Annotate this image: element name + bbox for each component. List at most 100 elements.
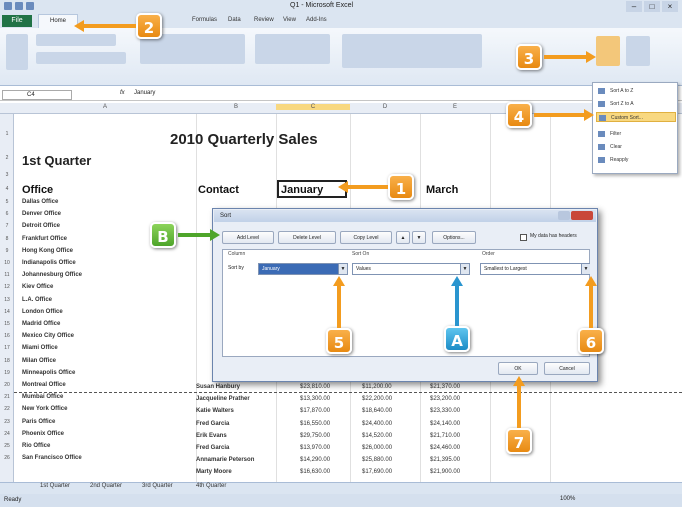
office-cell[interactable]: Indianapolis Office <box>22 260 76 266</box>
delete-level-button[interactable]: Delete Level <box>278 231 336 244</box>
close-icon[interactable]: × <box>662 1 678 12</box>
row-number[interactable]: 14 <box>0 309 14 315</box>
office-cell[interactable]: Kiev Office <box>22 284 53 290</box>
find-select-button[interactable] <box>626 36 650 66</box>
sheet-tab-4th-quarter[interactable]: 4th Quarter <box>196 483 226 489</box>
column-header-e[interactable]: E <box>420 104 490 110</box>
save-icon[interactable] <box>15 2 23 10</box>
sales-value-cell[interactable]: $26,000.00 <box>362 445 392 451</box>
tab-file[interactable]: File <box>2 15 32 27</box>
sort-column-select[interactable]: January <box>258 263 348 275</box>
sales-value-cell[interactable]: $13,970.00 <box>300 445 330 451</box>
sales-value-cell[interactable]: $21,370.00 <box>430 384 460 390</box>
sales-value-cell[interactable]: $25,880.00 <box>362 457 392 463</box>
sheet-tab-1st-quarter[interactable]: 1st Quarter <box>40 483 70 489</box>
row-number[interactable]: 18 <box>0 358 14 364</box>
sort-filter-button[interactable] <box>596 36 620 66</box>
office-cell[interactable]: San Francisco Office <box>22 455 82 461</box>
row-number[interactable]: 8 <box>0 236 14 242</box>
sales-value-cell[interactable]: $21,395.00 <box>430 457 460 463</box>
font-selector[interactable] <box>36 34 116 46</box>
row-number[interactable]: 13 <box>0 297 14 303</box>
menu-item-sort-a-to-z[interactable]: Sort A to Z <box>596 86 676 96</box>
minimize-icon[interactable]: – <box>626 1 642 12</box>
sales-value-cell[interactable]: $11,200.00 <box>362 384 392 390</box>
office-cell[interactable]: Milan Office <box>22 358 56 364</box>
formula-input[interactable]: January <box>134 90 155 96</box>
row-number[interactable]: 7 <box>0 223 14 229</box>
sales-value-cell[interactable]: $23,200.00 <box>430 396 460 402</box>
sheet-tab-3rd-quarter[interactable]: 3rd Quarter <box>142 483 173 489</box>
column-header-d[interactable]: D <box>350 104 420 110</box>
header-march[interactable]: March <box>426 184 458 196</box>
chevron-down-icon[interactable]: ▼ <box>460 264 469 274</box>
row-number[interactable]: 15 <box>0 321 14 327</box>
sales-value-cell[interactable]: $29,750.00 <box>300 433 330 439</box>
quick-access-toolbar[interactable] <box>4 2 34 10</box>
office-cell[interactable]: Montreal Office <box>22 382 66 388</box>
contact-cell[interactable]: Erik Evans <box>196 433 227 439</box>
number-group[interactable] <box>255 34 330 64</box>
cancel-button[interactable]: Cancel <box>544 362 590 375</box>
contact-cell[interactable]: Fred Garcia <box>196 421 229 427</box>
row-number[interactable]: 23 <box>0 419 14 425</box>
sales-value-cell[interactable]: $16,550.00 <box>300 421 330 427</box>
contact-cell[interactable]: Jacqueline Prather <box>196 396 250 402</box>
menu-item-reapply[interactable]: Reapply <box>596 155 676 165</box>
office-cell[interactable]: Frankfurt Office <box>22 236 67 242</box>
menu-item-sort-z-to-a[interactable]: Sort Z to A <box>596 99 676 109</box>
menu-item-filter[interactable]: Filter <box>596 129 676 139</box>
row-number[interactable]: 4 <box>0 186 14 192</box>
maximize-icon[interactable]: □ <box>644 1 660 12</box>
sales-value-cell[interactable]: $22,200.00 <box>362 396 392 402</box>
office-cell[interactable]: Mumbai Office <box>22 394 63 400</box>
contact-cell[interactable]: Fred Garcia <box>196 445 229 451</box>
row-number[interactable]: 16 <box>0 333 14 339</box>
header-january[interactable]: January <box>281 184 323 196</box>
undo-icon[interactable] <box>26 2 34 10</box>
column-header-b[interactable]: B <box>196 104 276 110</box>
sales-value-cell[interactable]: $21,710.00 <box>430 433 460 439</box>
row-number[interactable]: 22 <box>0 406 14 412</box>
row-number[interactable]: 6 <box>0 211 14 217</box>
contact-cell[interactable]: Susan Hanbury <box>196 384 240 390</box>
menu-item-clear[interactable]: Clear <box>596 142 676 152</box>
sales-value-cell[interactable]: $14,290.00 <box>300 457 330 463</box>
office-cell[interactable]: L.A. Office <box>22 297 52 303</box>
sort-on-select[interactable]: Values <box>352 263 470 275</box>
sales-value-cell[interactable]: $24,140.00 <box>430 421 460 427</box>
contact-cell[interactable]: Marty Moore <box>196 469 232 475</box>
zoom-level[interactable]: 100% <box>560 496 575 502</box>
sales-value-cell[interactable]: $17,870.00 <box>300 408 330 414</box>
sales-value-cell[interactable]: $23,330.00 <box>430 408 460 414</box>
options-button[interactable]: Options... <box>432 231 476 244</box>
row-number[interactable]: 2 <box>0 155 14 161</box>
office-cell[interactable]: Denver Office <box>22 211 61 217</box>
my-data-has-headers-checkbox[interactable] <box>520 234 527 241</box>
tab-review[interactable]: Review <box>254 17 274 23</box>
row-number[interactable]: 9 <box>0 248 14 254</box>
sales-value-cell[interactable]: $14,520.00 <box>362 433 392 439</box>
sales-value-cell[interactable]: $16,630.00 <box>300 469 330 475</box>
sales-value-cell[interactable]: $21,900.00 <box>430 469 460 475</box>
chevron-down-icon[interactable]: ▼ <box>581 264 590 274</box>
row-number[interactable]: 3 <box>0 172 14 178</box>
office-cell[interactable]: Hong Kong Office <box>22 248 73 254</box>
header-contact[interactable]: Contact <box>198 184 239 196</box>
office-cell[interactable]: Mexico City Office <box>22 333 74 339</box>
name-box[interactable]: C4 <box>2 90 72 100</box>
contact-cell[interactable]: Annamarie Peterson <box>196 457 254 463</box>
ok-button[interactable]: OK <box>498 362 538 375</box>
row-number[interactable]: 17 <box>0 345 14 351</box>
sales-value-cell[interactable]: $17,690.00 <box>362 469 392 475</box>
help-icon[interactable] <box>558 211 570 220</box>
menu-item-custom-sort[interactable]: Custom Sort... <box>596 112 676 122</box>
row-number[interactable]: 11 <box>0 272 14 278</box>
move-down-icon[interactable]: ▼ <box>412 231 426 244</box>
office-cell[interactable]: London Office <box>22 309 63 315</box>
order-select[interactable]: Smallest to Largest <box>480 263 590 275</box>
row-number[interactable]: 12 <box>0 284 14 290</box>
sales-value-cell[interactable]: $24,460.00 <box>430 445 460 451</box>
move-up-icon[interactable]: ▲ <box>396 231 410 244</box>
row-number[interactable]: 24 <box>0 431 14 437</box>
